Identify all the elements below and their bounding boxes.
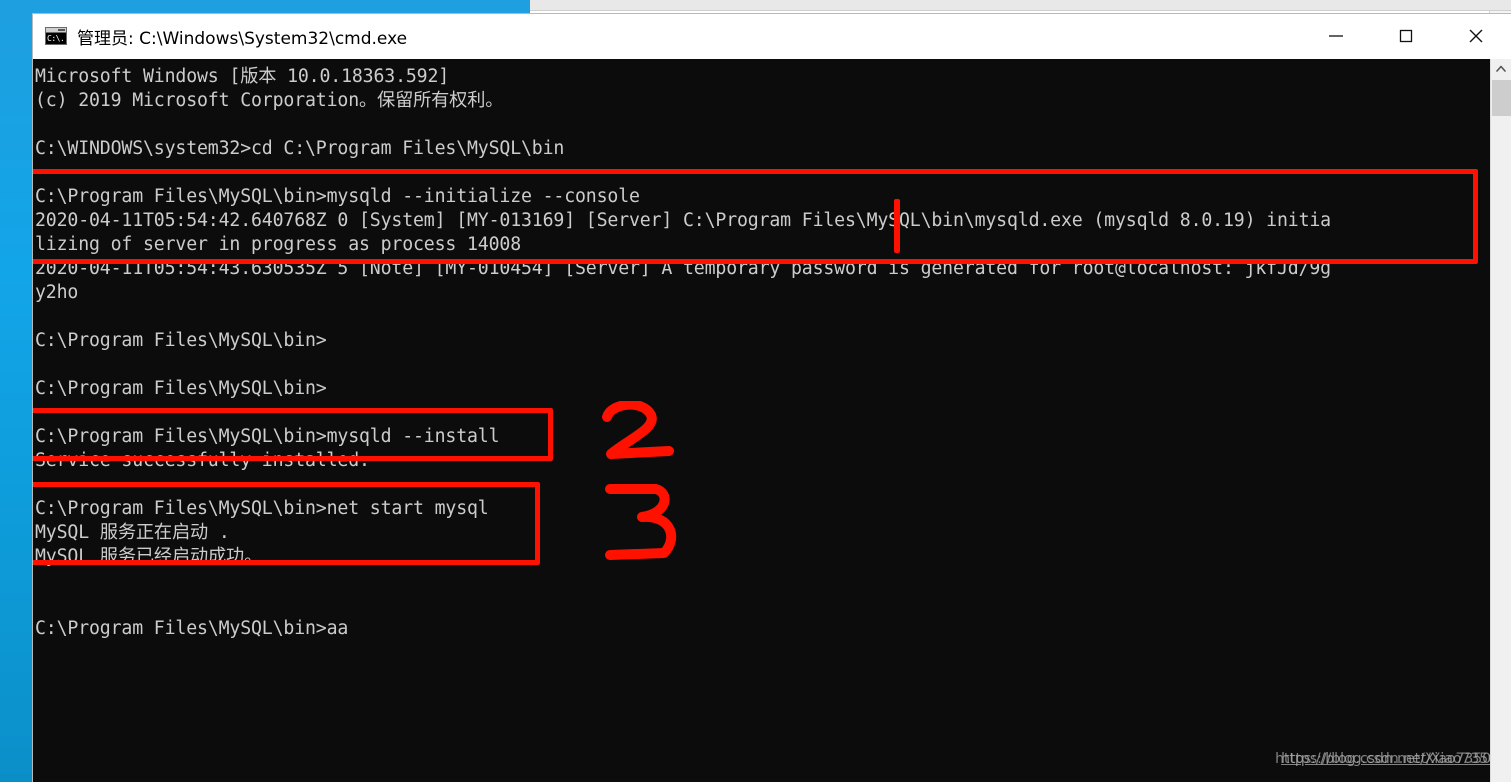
window-title: 管理员: C:\Windows\System32\cmd.exe [77, 28, 408, 49]
close-button[interactable] [1441, 14, 1511, 58]
console-text-buffer: Microsoft Windows [版本 10.0.18363.592] (c)… [33, 59, 1331, 641]
console-line: C:\Program Files\MySQL\bin>aa [35, 618, 349, 639]
cmd-icon[interactable]: C:\. [45, 27, 67, 45]
console-line: 2020-04-11T05:54:42.640768Z 0 [System] [… [35, 210, 1331, 231]
console-line: MySQL 服务正在启动 . [35, 522, 230, 543]
console-scrollbar[interactable] [1490, 59, 1511, 782]
console-line: y2ho [35, 282, 79, 303]
console-line: C:\WINDOWS\system32>cd C:\Program Files\… [35, 138, 565, 159]
console-line: C:\Program Files\MySQL\bin>mysqld --inst… [35, 426, 500, 447]
cmd-titlebar[interactable]: C:\. 管理员: C:\Windows\System32\cmd.exe [33, 14, 1511, 59]
cmd-window: C:\. 管理员: C:\Windows\System32\cmd.exe Mi… [33, 14, 1511, 782]
console-line: MySQL 服务已经启动成功。 [35, 546, 263, 567]
window-controls [1301, 14, 1511, 58]
console-line: (c) 2019 Microsoft Corporation。保留所有权利。 [35, 90, 504, 111]
screen-root: 悬 置 们 C:\. 管理员: C:\Windows\System32\cmd.… [0, 0, 1511, 782]
console-line: C:\Program Files\MySQL\bin> [35, 378, 327, 399]
maximize-button[interactable] [1371, 14, 1441, 58]
console-line: lizing of server in progress as process … [35, 234, 521, 255]
console-line: C:\Program Files\MySQL\bin> [35, 330, 327, 351]
marker-1-stroke [894, 199, 900, 253]
watermark-layer-b: https://blog.csdn.net/Xiao73500 [1281, 751, 1506, 767]
scrollbar-thumb[interactable] [1492, 80, 1511, 116]
cmd-icon-screen-glyph: C:\. [46, 33, 66, 44]
cmd-output-area[interactable]: Microsoft Windows [版本 10.0.18363.592] (c)… [33, 59, 1511, 782]
console-line: C:\Program Files\MySQL\bin>net start mys… [35, 498, 489, 519]
console-line: Service successfully installed. [35, 450, 370, 471]
background-window-titlebar [530, 0, 1511, 11]
console-line: Microsoft Windows [版本 10.0.18363.592] [35, 66, 450, 87]
console-line: 2020-04-11T05:54:43.630535Z 5 [Note] [MY… [35, 258, 1331, 279]
minimize-button[interactable] [1301, 14, 1371, 58]
scroll-up-arrow-icon[interactable] [1491, 59, 1511, 79]
console-line: C:\Program Files\MySQL\bin>mysqld --init… [35, 186, 640, 207]
watermark: https://blog.csdn.net/Xiao73500 https://… [1275, 751, 1506, 767]
